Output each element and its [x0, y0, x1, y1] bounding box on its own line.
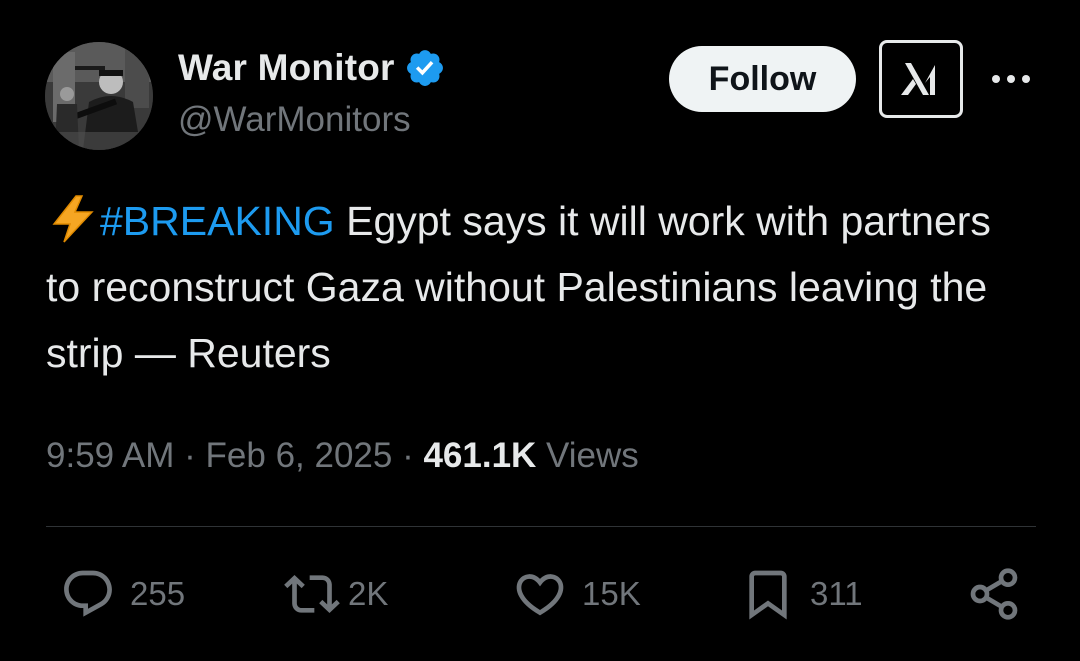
- avatar[interactable]: [45, 42, 153, 150]
- tweet-text: #BREAKING Egypt says it will work with p…: [46, 188, 1006, 386]
- hashtag-link[interactable]: #BREAKING: [100, 198, 335, 244]
- tweet-time[interactable]: 9:59 AM: [46, 436, 174, 475]
- tweet-card: War Monitor @WarMonitors Follow #BREAKIN…: [0, 0, 1080, 661]
- views-count: 461.1K: [423, 436, 537, 475]
- avatar-photo: [45, 42, 153, 150]
- divider: [46, 526, 1036, 527]
- reply-button[interactable]: 255: [60, 566, 185, 622]
- grok-icon: [901, 63, 935, 95]
- like-button[interactable]: 15K: [512, 566, 641, 622]
- repost-button[interactable]: 2K: [284, 566, 388, 622]
- display-name[interactable]: War Monitor: [178, 47, 395, 89]
- more-options-button[interactable]: [990, 62, 1032, 96]
- repost-count: 2K: [348, 575, 389, 612]
- meta-separator: ·: [392, 436, 424, 475]
- bookmark-count: 311: [810, 575, 863, 612]
- lightning-bolt-icon: [52, 195, 94, 243]
- reply-count: 255: [130, 575, 186, 612]
- verified-badge-icon[interactable]: [404, 47, 446, 89]
- like-count: 15K: [582, 575, 641, 612]
- share-button[interactable]: [966, 566, 1022, 622]
- bookmark-icon: [749, 570, 787, 620]
- share-icon: [970, 568, 1018, 620]
- grok-button[interactable]: [879, 40, 963, 118]
- reply-icon: [64, 570, 112, 617]
- repost-icon: [284, 575, 340, 613]
- tweet-date[interactable]: Feb 6, 2025: [206, 436, 393, 475]
- tweet-meta: 9:59 AM · Feb 6, 2025 · 461.1K Views: [46, 430, 639, 482]
- meta-separator: ·: [174, 436, 206, 475]
- follow-button[interactable]: Follow: [669, 46, 856, 112]
- author-handle[interactable]: @WarMonitors: [178, 100, 411, 140]
- more-icon: [992, 75, 1030, 83]
- author-name-row: War Monitor: [178, 44, 446, 92]
- heart-icon: [516, 574, 564, 616]
- views-label: Views: [536, 436, 639, 475]
- bookmark-button[interactable]: 311: [740, 566, 863, 622]
